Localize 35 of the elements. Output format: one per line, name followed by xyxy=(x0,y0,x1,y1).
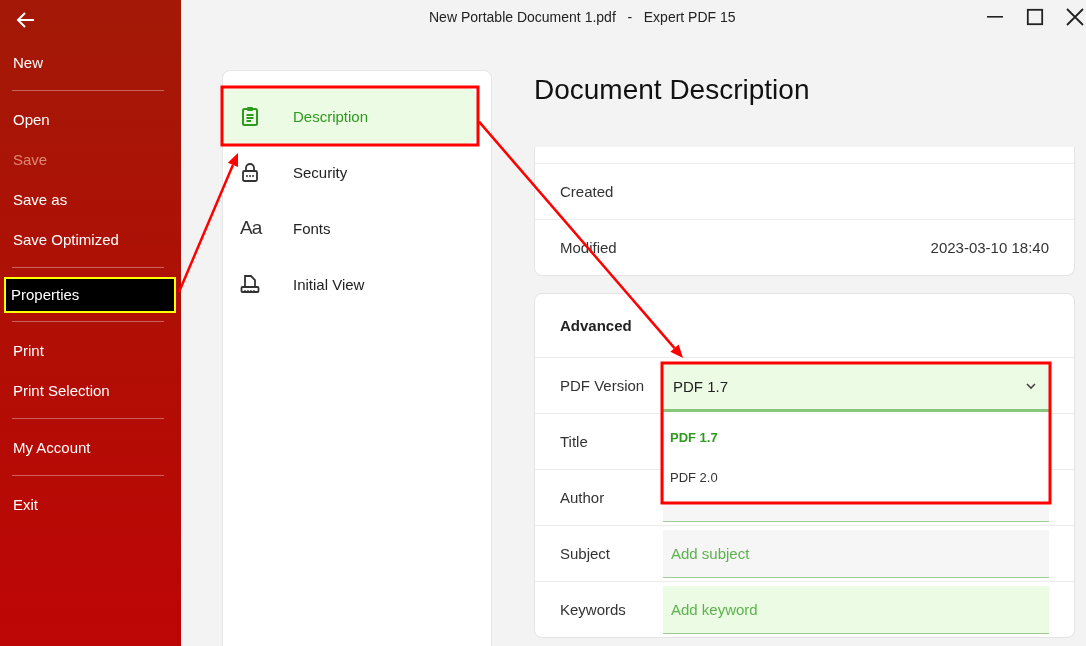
clipboard-icon xyxy=(240,106,260,126)
input-field[interactable]: Add subject xyxy=(663,530,1049,578)
dropdown[interactable]: PDF 1.7 xyxy=(663,364,1049,412)
menu-item[interactable]: Open xyxy=(0,100,181,140)
menu-item[interactable]: My Account xyxy=(0,428,181,468)
field-label: Subject xyxy=(560,545,612,562)
nav-item[interactable]: Initial View xyxy=(223,256,477,312)
menu-item[interactable]: Properties xyxy=(5,278,175,312)
dropdown-option[interactable]: PDF 1.7 xyxy=(664,418,1049,458)
lock-icon xyxy=(240,162,260,182)
menu-item[interactable]: Save Optimized xyxy=(0,220,181,260)
field-label: PDF Version xyxy=(560,377,646,394)
close-icon[interactable] xyxy=(1066,8,1084,26)
field-label: Author xyxy=(560,489,606,506)
back-arrow-icon[interactable] xyxy=(16,11,36,29)
dropdown-option[interactable]: PDF 2.0 xyxy=(664,458,1049,498)
nav-item[interactable]: Aa Fonts xyxy=(223,200,477,256)
menu-item[interactable]: Save as xyxy=(0,180,181,220)
input-field[interactable]: Add keyword xyxy=(663,586,1049,634)
section-title: Advanced xyxy=(560,317,632,334)
menu-item[interactable]: Exit xyxy=(0,485,181,525)
menu-item[interactable]: Print xyxy=(0,331,181,371)
font-icon: Aa xyxy=(240,218,262,238)
nav-item[interactable]: Security xyxy=(223,144,477,200)
field-label: Created xyxy=(560,183,614,200)
menu-item[interactable]: New xyxy=(0,43,181,83)
field-label: Title xyxy=(560,433,589,450)
chevron-down-icon xyxy=(1026,383,1036,390)
menu-item[interactable]: Print Selection xyxy=(0,371,181,411)
ruler-icon xyxy=(240,274,260,294)
page-heading: Document Description xyxy=(534,74,811,107)
maximize-icon[interactable] xyxy=(1026,8,1044,26)
field-value: 2023-03-10 18:40 xyxy=(930,239,1049,256)
field-label: Keywords xyxy=(560,601,627,618)
window-title: New Portable Document 1.pdf - Expert PDF 15 xyxy=(429,9,736,25)
